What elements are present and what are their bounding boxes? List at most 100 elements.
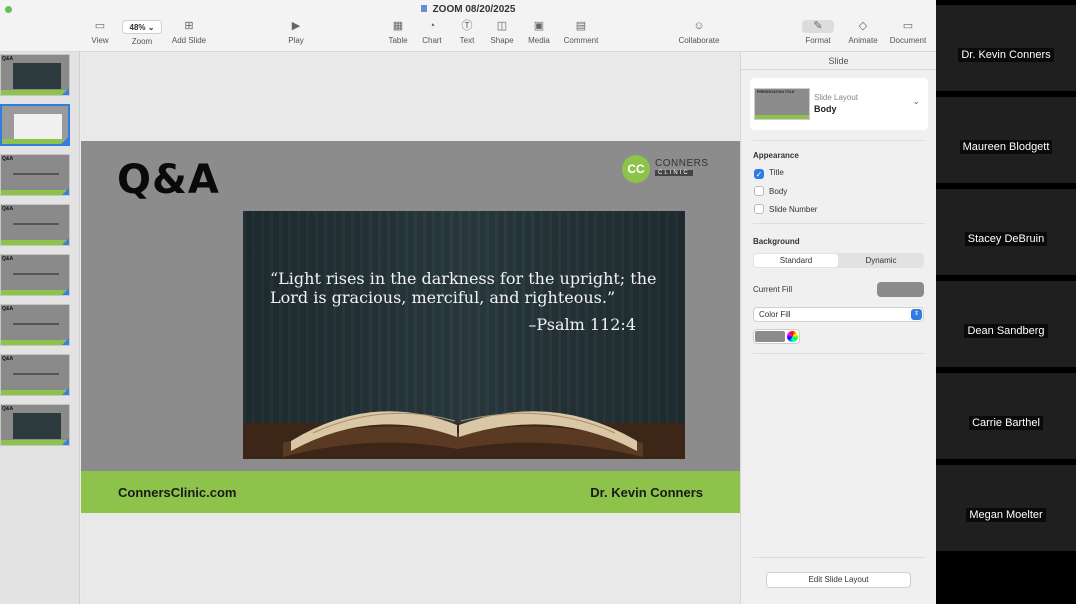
color-swatch <box>755 331 785 342</box>
play-button[interactable]: ▶ Play <box>284 20 308 45</box>
table-button[interactable]: ▦ Table <box>386 20 410 45</box>
format-button[interactable]: ✎ Format <box>802 20 834 45</box>
layout-value: Body <box>814 104 837 114</box>
format-brush-icon: ✎ <box>802 20 834 33</box>
slide-thumbnail[interactable]: Q&A <box>0 304 70 346</box>
participant-tile[interactable]: Dr. Kevin Conners <box>936 5 1076 91</box>
format-inspector: Slide PRESENTATION TITLE Slide Layout Bo… <box>740 52 936 604</box>
slide-layout-picker[interactable]: PRESENTATION TITLE Slide Layout Body ⌄ <box>750 78 928 130</box>
color-wheel-icon[interactable] <box>787 331 798 342</box>
zoom-value: 48% <box>129 23 146 32</box>
participant-name: Megan Moelter <box>966 508 1046 522</box>
stepper-arrows-icon: ⇕ <box>911 309 922 320</box>
participant-name: Dr. Kevin Conners <box>958 48 1054 62</box>
slide-number-checkbox[interactable]: Slide Number <box>754 204 817 214</box>
shape-button[interactable]: ◫ Shape <box>488 20 516 45</box>
add-slide-button[interactable]: ⊞ Add Slide <box>168 20 210 45</box>
document-button[interactable]: ▭ Document <box>886 20 930 45</box>
participant-tile[interactable]: Stacey DeBruin <box>936 189 1076 275</box>
chart-label: Chart <box>422 36 442 45</box>
current-slide[interactable]: Q&A CC CONNERS CLINIC “Light rises in th… <box>81 141 740 513</box>
slide-title[interactable]: Q&A <box>117 157 220 203</box>
view-button[interactable]: ▭ View <box>88 20 112 45</box>
divider <box>753 140 925 141</box>
text-label: Text <box>459 36 475 45</box>
text-icon: Ⓣ <box>461 20 473 32</box>
slide-thumbnail[interactable]: Q&A <box>0 204 70 246</box>
footer-presenter[interactable]: Dr. Kevin Conners <box>590 485 703 500</box>
slide-thumbnail[interactable]: Q&A <box>0 404 70 446</box>
participant-tile[interactable]: Carrie Barthel <box>936 373 1076 459</box>
participant-name: Maureen Blodgett <box>959 140 1053 154</box>
bible-image[interactable]: “Light rises in the darkness for the upr… <box>243 211 685 459</box>
dynamic-tab[interactable]: Dynamic <box>839 254 923 267</box>
chart-icon: ◔ <box>428 20 436 32</box>
play-label: Play <box>288 36 304 45</box>
table-label: Table <box>388 36 408 45</box>
media-button[interactable]: ▣ Media <box>525 20 553 45</box>
footer-website[interactable]: ConnersClinic.com <box>118 485 236 500</box>
participant-name: Dean Sandberg <box>964 324 1048 338</box>
zoom-select[interactable]: 48% ⌄ <box>122 20 162 34</box>
add-slide-icon: ⊞ <box>184 20 194 32</box>
comment-icon: ▤ <box>575 20 587 32</box>
standard-tab[interactable]: Standard <box>754 254 838 267</box>
document-title-text: ZOOM 08/20/2025 <box>432 4 516 15</box>
logo-name: CONNERS <box>655 158 709 169</box>
comment-button[interactable]: ▤ Comment <box>561 20 601 45</box>
checkmark-icon: ✓ <box>754 169 764 179</box>
chart-button[interactable]: ◔ Chart <box>420 20 444 45</box>
divider <box>753 557 925 558</box>
participant-tile[interactable]: Dean Sandberg <box>936 281 1076 367</box>
keynote-window: ZOOM 08/20/2025 ▭ View 48% ⌄ Zoom ⊞ Add Sli… <box>0 0 936 604</box>
collaborate-button[interactable]: ☺ Collaborate <box>675 20 723 45</box>
slide-thumbnail[interactable]: Q&A <box>0 154 70 196</box>
thumbnail-title: Q&A <box>2 256 14 262</box>
document-settings-icon: ▭ <box>902 20 914 32</box>
comment-label: Comment <box>563 36 599 45</box>
logo-mark: CC <box>622 155 650 183</box>
title-checkbox[interactable]: ✓ Title <box>754 168 784 179</box>
zoom-control[interactable]: 48% ⌄ Zoom <box>122 20 162 46</box>
slide-thumbnail[interactable]: Q&A <box>0 54 70 96</box>
animate-icon: ◇ <box>858 20 868 32</box>
media-label: Media <box>528 36 550 45</box>
thumbnail-title: Q&A <box>2 206 14 212</box>
scripture-quote[interactable]: “Light rises in the darkness for the upr… <box>270 269 670 307</box>
collaborate-icon: ☺ <box>693 20 705 32</box>
toolbar: ZOOM 08/20/2025 ▭ View 48% ⌄ Zoom ⊞ Add Sli… <box>0 0 936 52</box>
fill-type-select[interactable]: Color Fill ⇕ <box>753 307 924 322</box>
participant-tile[interactable]: Megan Moelter <box>936 465 1076 551</box>
play-icon: ▶ <box>291 20 301 32</box>
add-slide-label: Add Slide <box>171 36 207 45</box>
thumbnail-title: Q&A <box>2 56 14 62</box>
thumbnail-title: Q&A <box>2 306 14 312</box>
slide-canvas[interactable]: Q&A CC CONNERS CLINIC “Light rises in th… <box>81 52 740 604</box>
thumbnail-image <box>13 63 61 89</box>
thumbnail-title: Q&A <box>2 156 14 162</box>
conners-clinic-logo: CC CONNERS CLINIC <box>622 155 709 183</box>
slide-thumbnail[interactable]: Q&A <box>0 254 70 296</box>
format-label: Format <box>805 36 831 45</box>
animate-button[interactable]: ◇ Animate <box>845 20 881 45</box>
slide-thumbnail[interactable]: Q&A <box>0 354 70 396</box>
current-fill-swatch[interactable] <box>877 282 924 297</box>
chevron-down-icon[interactable]: ⌄ <box>912 96 920 107</box>
zoom-participants-panel: Dr. Kevin Conners Maureen Blodgett Stace… <box>936 0 1076 604</box>
participant-tile[interactable]: Maureen Blodgett <box>936 97 1076 183</box>
body-checkbox[interactable]: Body <box>754 186 787 196</box>
slide-navigator: Q&A Q&A Q&A Q&A Q&A Q&A Q&A <box>0 52 80 604</box>
text-button[interactable]: Ⓣ Text <box>455 20 479 45</box>
color-well[interactable] <box>753 329 800 344</box>
edit-slide-layout-button[interactable]: Edit Slide Layout <box>766 572 911 588</box>
slide-footer-bar: ConnersClinic.com Dr. Kevin Conners <box>81 471 740 513</box>
background-mode-segmented-control: Standard Dynamic <box>753 253 924 268</box>
scripture-citation[interactable]: –Psalm 112:4 <box>528 315 636 334</box>
slide-number-checkbox-label: Slide Number <box>769 205 818 214</box>
layout-thumbnail-text: PRESENTATION TITLE <box>757 90 795 94</box>
background-heading: Background <box>753 237 800 246</box>
slide-thumbnail-selected[interactable] <box>0 104 70 146</box>
layout-label: Slide Layout <box>814 93 859 102</box>
participant-name: Carrie Barthel <box>969 416 1043 430</box>
inspector-header: Slide <box>741 52 936 70</box>
